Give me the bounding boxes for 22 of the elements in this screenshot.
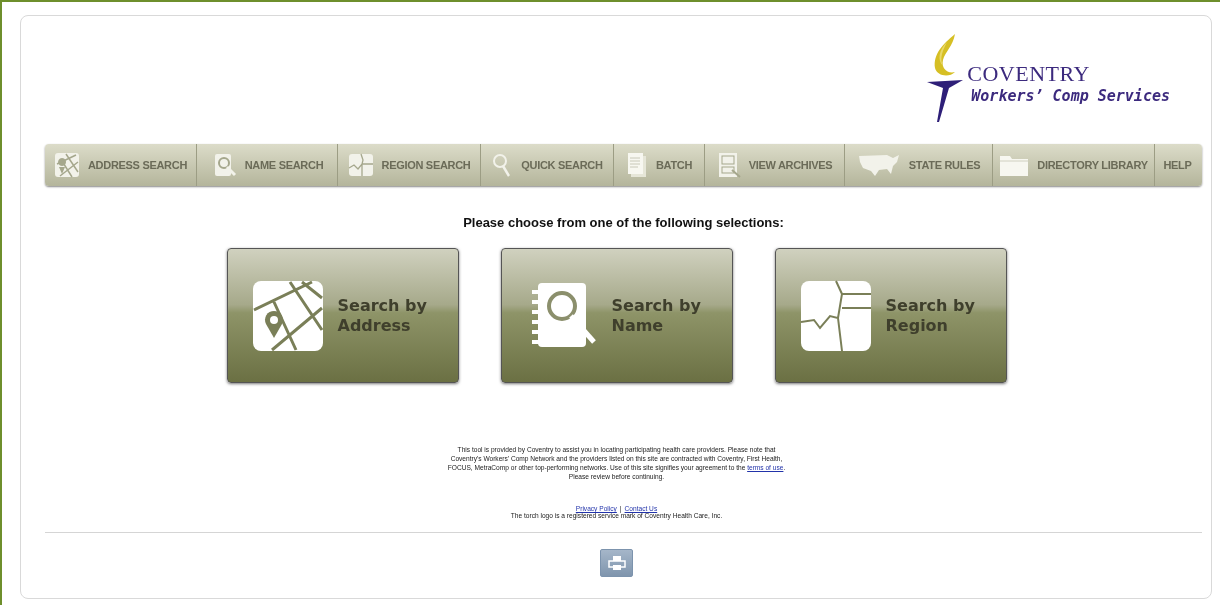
nav-tab[interactable]: ADDRESS SEARCH	[45, 144, 197, 186]
selection-prompt: Please choose from one of the following selections:	[463, 215, 784, 230]
region-map-icon	[347, 152, 374, 178]
region-map-icon	[799, 279, 872, 352]
nav-tab[interactable]: VIEW ARCHIVES	[705, 144, 845, 186]
print-button[interactable]	[600, 549, 633, 577]
nav-tab[interactable]: BATCH	[614, 144, 705, 186]
nav-tab[interactable]: STATE RULES	[845, 144, 993, 186]
printer-icon	[607, 555, 626, 571]
search-card-button[interactable]: Search by Name	[500, 248, 733, 383]
logo-wordmark: COVENTRY	[967, 62, 1091, 86]
nav-tab[interactable]: QUICK SEARCH	[481, 144, 614, 186]
nav-tab[interactable]: HELP	[1155, 144, 1200, 186]
us-map-icon	[856, 152, 901, 178]
nav-tab[interactable]: DIRECTORY LIBRARY	[993, 144, 1155, 186]
logo-tagline: Workers’ Comp Services	[971, 86, 1170, 106]
archive-document-icon	[716, 152, 741, 178]
search-card-button[interactable]: Search by Region	[774, 248, 1007, 383]
search-card-button[interactable]: Search by Address	[226, 248, 459, 383]
nav-tab[interactable]: REGION SEARCH	[338, 144, 481, 186]
nav-tab[interactable]: NAME SEARCH	[197, 144, 338, 186]
documents-icon	[625, 152, 648, 178]
